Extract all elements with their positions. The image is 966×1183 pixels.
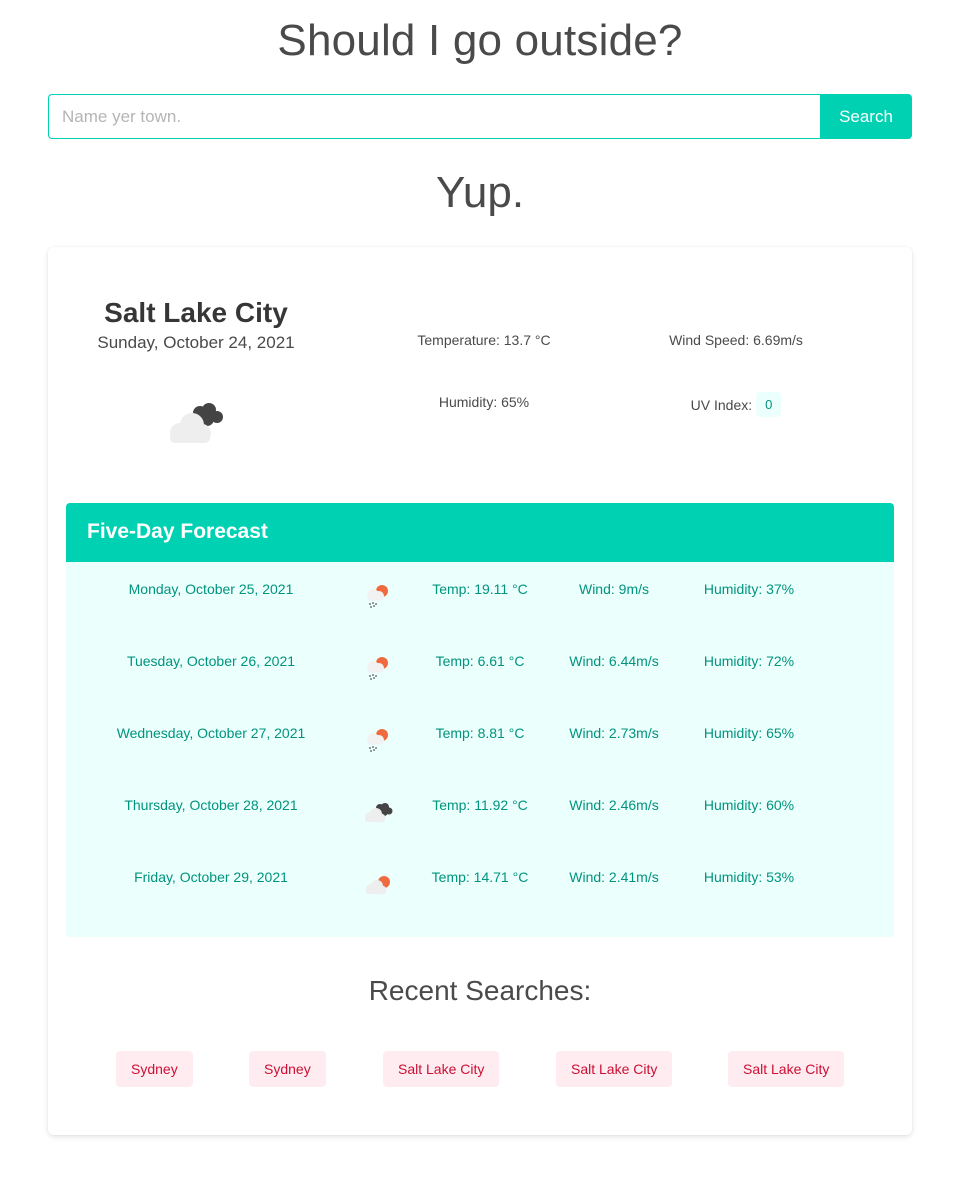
forecast-temp: Temp: 14.71 °C — [431, 869, 529, 885]
forecast-date: Thursday, October 28, 2021 — [124, 797, 298, 813]
forecast-row: Wednesday, October 27, 2021 Temp: 8.81 °… — [66, 725, 894, 765]
search-input[interactable] — [48, 94, 820, 139]
cloudy-icon — [170, 403, 223, 443]
recent-search-button[interactable]: Salt Lake City — [556, 1051, 673, 1087]
forecast-humidity: Humidity: 65% — [703, 725, 795, 741]
recent-searches-title: Recent Searches: — [368, 975, 592, 1006]
forecast-temp: Temp: 6.61 °C — [435, 653, 525, 669]
recent-search-button[interactable]: Salt Lake City — [728, 1051, 845, 1087]
forecast-date: Wednesday, October 27, 2021 — [116, 725, 306, 741]
uv-index-badge: 0 — [756, 392, 782, 417]
recent-search-button[interactable]: Salt Lake City — [383, 1051, 500, 1087]
forecast-temp: Temp: 19.11 °C — [432, 581, 528, 597]
sun-rain-icon — [367, 657, 388, 680]
forecast-wind: Wind: 6.44m/s — [569, 653, 659, 669]
sun-rain-icon — [367, 729, 388, 752]
city-name: Salt Lake City — [104, 297, 288, 328]
recent-search-button[interactable]: Sydney — [116, 1051, 193, 1087]
uv-index: UV Index: 0 — [636, 392, 836, 417]
forecast-humidity: Humidity: 60% — [703, 797, 795, 813]
forecast-humidity: Humidity: 53% — [703, 869, 795, 885]
forecast-date: Monday, October 25, 2021 — [128, 581, 294, 597]
current-date: Sunday, October 24, 2021 — [97, 333, 295, 352]
verdict-text: Yup. — [435, 168, 525, 217]
forecast-wind: Wind: 2.46m/s — [569, 797, 659, 813]
search-bar: Search — [48, 94, 912, 139]
forecast-humidity: Humidity: 72% — [703, 653, 795, 669]
forecast-row: Friday, October 29, 2021 Temp: 14.71 °C … — [66, 869, 894, 909]
forecast-temp: Temp: 8.81 °C — [435, 725, 525, 741]
sun-rain-icon — [367, 585, 388, 608]
forecast-row: Tuesday, October 26, 2021 Temp: 6.61 °C … — [66, 653, 894, 693]
page-title: Should I go outside? — [277, 16, 683, 65]
recent-search-button[interactable]: Sydney — [249, 1051, 326, 1087]
weather-card: Salt Lake City Sunday, October 24, 2021 … — [48, 247, 912, 1135]
humidity-text: Humidity: 65% — [438, 394, 530, 410]
forecast-wind: Wind: 2.73m/s — [569, 725, 659, 741]
temperature-text: Temperature: 13.7 °C — [417, 332, 551, 348]
forecast-title: Five-Day Forecast — [66, 503, 894, 562]
forecast-wind: Wind: 9m/s — [578, 581, 649, 597]
wind-speed-text: Wind Speed: 6.69m/s — [669, 332, 803, 348]
forecast-humidity: Humidity: 37% — [703, 581, 795, 597]
uv-index-label: UV Index: — [690, 396, 753, 413]
forecast-date: Friday, October 29, 2021 — [134, 869, 288, 885]
cloudy-icon — [365, 803, 393, 823]
forecast-temp: Temp: 11.92 °C — [432, 797, 528, 813]
forecast-row: Monday, October 25, 2021 Temp: 19.11 °C … — [66, 581, 894, 621]
five-day-forecast: Five-Day Forecast Monday, October 25, 20… — [66, 503, 894, 937]
search-button[interactable]: Search — [820, 94, 912, 139]
forecast-wind: Wind: 2.41m/s — [569, 869, 659, 885]
forecast-date: Tuesday, October 26, 2021 — [126, 653, 296, 669]
partly-cloudy-icon — [366, 876, 390, 895]
forecast-row: Thursday, October 28, 2021 Temp: 11.92 °… — [66, 797, 894, 837]
